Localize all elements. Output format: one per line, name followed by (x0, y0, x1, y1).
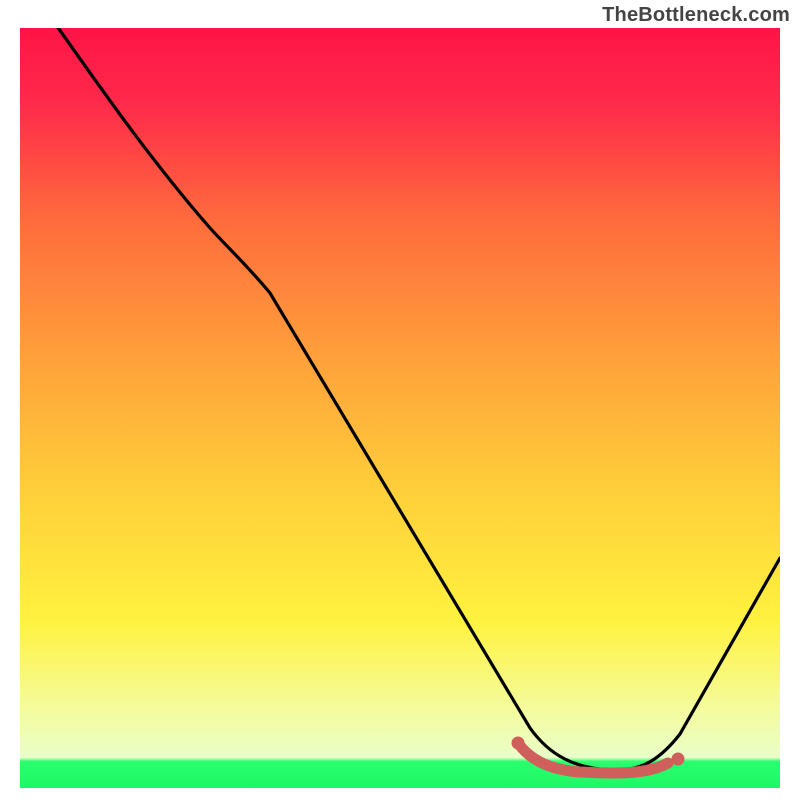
bottleneck-curve (30, 28, 780, 770)
plot-area (20, 28, 780, 788)
chart-container: TheBottleneck.com (0, 0, 800, 800)
watermark-text: TheBottleneck.com (602, 4, 790, 27)
curve-layer (20, 28, 780, 788)
